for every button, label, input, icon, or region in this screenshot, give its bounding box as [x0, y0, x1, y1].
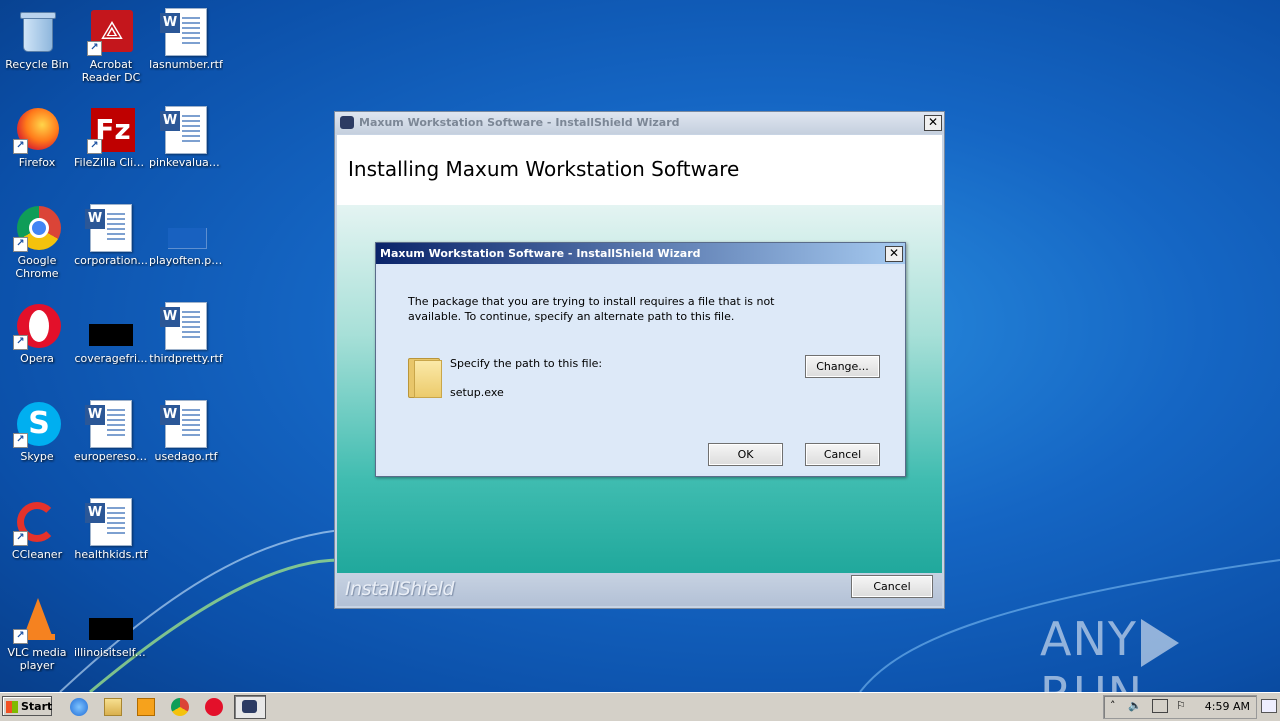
firefox-icon: ↗ — [13, 106, 61, 154]
desktop-icon-label: illinoisitself.jpg — [74, 646, 148, 659]
opera-taskbar-icon[interactable] — [205, 698, 223, 716]
flag-icon[interactable]: ⚐ — [1176, 699, 1186, 712]
desktop-icon-recycle-bin[interactable]: Recycle Bin — [0, 4, 74, 71]
dialog-body: The package that you are trying to insta… — [378, 266, 903, 473]
show-desktop-icon[interactable] — [1261, 699, 1277, 713]
media-player-icon[interactable] — [137, 698, 155, 716]
dialog-title: Maxum Workstation Software - InstallShie… — [380, 247, 701, 260]
desktop-icon-label: europeresol... — [74, 450, 148, 463]
installer-cancel-button[interactable]: Cancel — [851, 575, 933, 598]
installshield-taskbar-button[interactable] — [234, 695, 266, 719]
clock[interactable]: 4:59 AM — [1205, 700, 1250, 713]
word-doc-icon: W — [85, 204, 132, 252]
chevron-up-icon[interactable]: ˄ — [1110, 699, 1116, 712]
acrobat-icon: ⟁ ↗ — [87, 8, 135, 56]
word-doc-icon: W — [160, 8, 207, 56]
file-name: setup.exe — [450, 386, 504, 399]
desktop-icon-label: healthkids.rtf — [74, 548, 148, 561]
vlc-icon: ↗ — [13, 596, 61, 644]
internet-explorer-icon[interactable] — [70, 698, 88, 716]
installer-footer: InstallShield Cancel — [337, 573, 942, 606]
desktop-icon-corporation[interactable]: W corporation... — [74, 200, 148, 267]
installer-heading: Installing Maxum Workstation Software — [348, 157, 740, 181]
desktop-icon-label: lasnumber.rtf — [149, 58, 223, 71]
desktop-icon-lasnumber[interactable]: W lasnumber.rtf — [149, 4, 223, 71]
dialog-titlebar[interactable]: Maxum Workstation Software - InstallShie… — [376, 243, 905, 264]
desktop-icon-label: Skype — [20, 450, 54, 463]
image-black-icon — [87, 302, 135, 350]
desktop-icon-label: corporation... — [74, 254, 148, 267]
taskbar: Start ˄ 🔈 ⚐ 4:59 AM — [0, 692, 1280, 721]
desktop-icon-label: Acrobat Reader DC — [81, 58, 141, 84]
dialog-cancel-button[interactable]: Cancel — [805, 443, 880, 466]
installer-close-button[interactable]: ✕ — [924, 115, 942, 131]
recycle-bin-icon — [13, 8, 61, 56]
installer-title: Maxum Workstation Software - InstallShie… — [359, 116, 680, 129]
desktop-icon-label: Firefox — [18, 156, 56, 169]
speaker-icon[interactable]: 🔈 — [1128, 699, 1142, 712]
skype-icon: S ↗ — [13, 400, 61, 448]
word-doc-icon: W — [85, 498, 132, 546]
desktop-icon-skype[interactable]: S ↗ Skype — [0, 396, 74, 463]
path-label: Specify the path to this file: — [450, 357, 603, 370]
missing-file-dialog: Maxum Workstation Software - InstallShie… — [375, 242, 906, 477]
desktop-icon-filezilla[interactable]: Fz ↗ FileZilla Client — [74, 102, 148, 169]
installshield-icon — [242, 700, 257, 713]
file-explorer-icon[interactable] — [104, 698, 122, 716]
network-icon[interactable] — [1152, 699, 1168, 713]
installer-titlebar[interactable]: Maxum Workstation Software - InstallShie… — [335, 112, 944, 134]
desktop-icon-ccleaner[interactable]: ↗ CCleaner — [0, 494, 74, 561]
dialog-close-button[interactable]: ✕ — [885, 246, 903, 262]
desktop-icon-label: Recycle Bin — [5, 58, 69, 71]
word-doc-icon: W — [160, 302, 207, 350]
desktop-icon-healthkids[interactable]: W healthkids.rtf — [74, 494, 148, 561]
image-icon — [162, 204, 210, 252]
desktop-icon-pinkevaluati[interactable]: W pinkevaluati... — [149, 102, 223, 169]
dialog-message: The package that you are trying to insta… — [408, 295, 775, 323]
word-doc-icon: W — [160, 400, 207, 448]
installer-header: Installing Maxum Workstation Software — [337, 135, 942, 205]
play-icon — [1140, 618, 1179, 667]
desktop-icon-chrome[interactable]: ↗ Google Chrome — [0, 200, 74, 280]
word-doc-icon: W — [160, 106, 207, 154]
desktop-icon-label: coveragefri... — [74, 352, 148, 365]
desktop-icon-label: CCleaner — [11, 548, 63, 561]
opera-icon: ↗ — [13, 302, 61, 350]
installshield-logo: InstallShield — [345, 578, 455, 600]
desktop-icon-label: usedago.rtf — [154, 450, 218, 463]
change-button[interactable]: Change... — [805, 355, 880, 378]
desktop-icon-thirdpretty[interactable]: W thirdpretty.rtf — [149, 298, 223, 365]
ccleaner-icon: ↗ — [13, 498, 61, 546]
desktop-icon-coveragefri[interactable]: coveragefri... — [74, 298, 148, 365]
desktop-icon-acrobat[interactable]: ⟁ ↗ Acrobat Reader DC — [74, 4, 148, 84]
desktop-icon-firefox[interactable]: ↗ Firefox — [0, 102, 74, 169]
desktop-icon-illinoisitself[interactable]: illinoisitself.jpg — [74, 592, 148, 659]
filezilla-icon: Fz ↗ — [87, 106, 135, 154]
desktop-icon-label: Google Chrome — [15, 254, 59, 280]
desktop-icon-label: Opera — [20, 352, 54, 365]
desktop-icon-vlc[interactable]: ↗ VLC media player — [0, 592, 74, 672]
word-doc-icon: W — [85, 400, 132, 448]
image-black-icon — [87, 596, 135, 644]
start-button[interactable]: Start — [2, 696, 52, 716]
desktop-icon-label: playoften.png — [149, 254, 223, 267]
desktop-icon-europeresol[interactable]: W europeresol... — [74, 396, 148, 463]
folder-icon — [408, 354, 442, 398]
watermark-left: ANY — [1040, 612, 1137, 666]
desktop-icon-usedago[interactable]: W usedago.rtf — [149, 396, 223, 463]
chrome-icon: ↗ — [13, 204, 61, 252]
desktop-icon-label: thirdpretty.rtf — [149, 352, 223, 365]
system-tray: ˄ 🔈 ⚐ 4:59 AM — [1103, 695, 1257, 719]
desktop-icon-opera[interactable]: ↗ Opera — [0, 298, 74, 365]
ok-button[interactable]: OK — [708, 443, 783, 466]
start-label: Start — [21, 700, 53, 713]
desktop-icon-label: VLC media player — [7, 646, 67, 672]
desktop-icon-playoften[interactable]: playoften.png — [149, 200, 223, 267]
desktop-icon-label: FileZilla Client — [74, 156, 148, 169]
installshield-app-icon — [340, 116, 354, 129]
chrome-taskbar-icon[interactable] — [171, 698, 189, 716]
windows-logo-icon — [6, 701, 18, 713]
desktop-icon-label: pinkevaluati... — [149, 156, 223, 169]
